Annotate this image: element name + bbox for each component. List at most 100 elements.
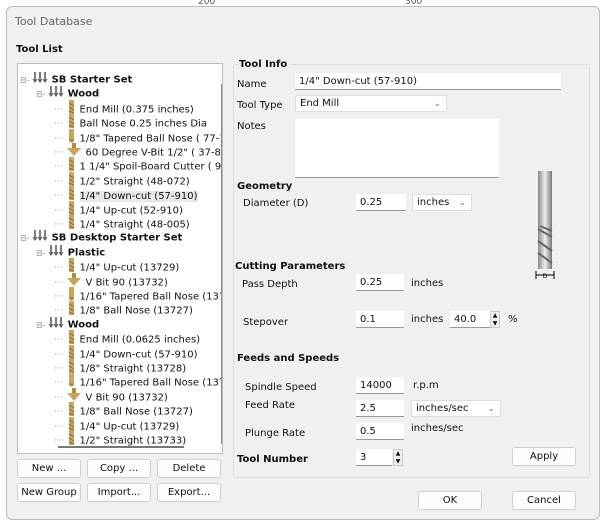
cancel-button[interactable]: Cancel — [512, 491, 576, 510]
tree-tool-item[interactable]: ··· End Mill (0.0625 inches) — [54, 330, 201, 346]
tool-group-icon — [48, 85, 64, 102]
expand-collapse-icon[interactable]: ⊟- — [36, 90, 46, 99]
tree-connector: ··· — [54, 262, 64, 274]
tree-connector: ··· — [54, 147, 64, 159]
tree-item-label: V Bit 90 (13732) — [85, 392, 168, 404]
tree-item-label: 1/2" Straight (48-072) — [79, 176, 190, 188]
tree-item-label: 1/4" Up-cut (52-910) — [79, 205, 183, 217]
tree-item-label: Ball Nose 0.25 inches Dia — [79, 118, 207, 130]
feed-rate-input[interactable]: 2.5 — [356, 400, 404, 417]
pass-depth-label: Pass Depth — [242, 279, 298, 290]
tree-item-label: Plastic — [67, 247, 106, 259]
dialog-title: Tool Database — [15, 15, 93, 28]
apply-button[interactable]: Apply — [512, 447, 576, 466]
tree-connector: ··· — [54, 334, 64, 346]
tree-group-item[interactable]: ⊟- SB Starter Set — [20, 71, 133, 88]
tree-connector: ··· — [54, 435, 64, 447]
vertical-scrollbar[interactable] — [221, 84, 222, 444]
feed-rate-label: Feed Rate — [245, 400, 295, 411]
ok-button[interactable]: OK — [418, 491, 482, 510]
tree-item-label: 1/4" Straight (48-005) — [79, 219, 190, 231]
tree-item-label: 1/8" Ball Nose (13727) — [79, 305, 193, 317]
tool-info-header: Tool Info — [239, 59, 291, 70]
end-mill-icon — [66, 258, 76, 277]
tree-item-label: 60 Degree V-Bit 1/2" ( 37-82 — [85, 147, 223, 159]
stepover-percent-input[interactable]: 40.0 — [450, 311, 490, 328]
stepover-label: Stepover — [243, 317, 289, 328]
tree-connector: ··· — [54, 291, 64, 303]
pass-depth-input[interactable]: 0.25 — [356, 274, 404, 291]
tree-item-label: SB Starter Set — [51, 74, 133, 86]
tree-connector: ··· — [54, 406, 64, 418]
tool-number-spinner[interactable]: ▲ ▼ — [393, 449, 403, 466]
expand-collapse-icon[interactable]: ⊟- — [20, 76, 30, 85]
tool-group-icon — [32, 229, 48, 246]
tool-group-icon — [48, 316, 64, 333]
tree-tool-item[interactable]: ··· 60 Degree V-Bit 1/2" ( 37-82 — [54, 143, 223, 159]
tree-connector: ··· — [54, 363, 64, 375]
plunge-rate-unit: inches/sec — [411, 423, 464, 434]
tree-item-label: 1/8" Straight (13728) — [79, 363, 187, 375]
spindle-speed-label: Spindle Speed — [245, 382, 317, 393]
export-button[interactable]: Export... — [157, 483, 221, 502]
stepover-spinner[interactable]: ▲ ▼ — [490, 311, 500, 328]
name-input[interactable]: 1/4" Down-cut (57-910) — [295, 73, 561, 90]
diameter-label: Diameter (D) — [243, 198, 309, 209]
tree-item-label: 1/4" Up-cut (13729) — [79, 262, 180, 274]
expand-collapse-icon[interactable]: ⊟- — [20, 234, 30, 243]
end-mill-icon — [66, 330, 76, 349]
tree-connector: ··· — [54, 190, 64, 202]
tree-connector: ··· — [54, 161, 64, 173]
cutting-parameters-header: Cutting Parameters — [235, 261, 346, 272]
new-group-button[interactable]: New Group — [17, 483, 81, 502]
tree-item-label: 1/2" Straight (13733) — [79, 435, 187, 447]
end-mill-icon — [66, 99, 76, 119]
chevron-down-icon: ⌄ — [458, 198, 466, 208]
tree-tool-item[interactable]: ··· 1/8" Tapered Ball Nose ( 77-1 — [54, 128, 223, 145]
tool-number-label: Tool Number — [237, 454, 308, 465]
tree-connector: ··· — [54, 118, 64, 130]
stepover-input[interactable]: 0.1 — [356, 311, 404, 328]
tree-item-label: End Mill (0.0625 inches) — [79, 334, 201, 346]
tree-item-label: 1/16" Tapered Ball Nose (137 — [79, 377, 223, 389]
tree-tool-item[interactable]: ··· End Mill (0.375 inches) — [54, 99, 194, 115]
import-button[interactable]: Import... — [87, 483, 151, 502]
tree-item-label: 1/16" Tapered Ball Nose (137 — [79, 291, 223, 303]
expand-collapse-icon[interactable]: ⊟- — [36, 248, 46, 257]
stepover-unit: inches — [411, 314, 444, 325]
spindle-speed-input[interactable]: 14000 — [356, 377, 404, 394]
tool-type-select[interactable]: End Mill ⌄ — [295, 95, 447, 112]
tool-number-input[interactable]: 3 — [356, 449, 392, 466]
tree-group-item[interactable]: ⊟- SB Desktop Starter Set — [20, 229, 182, 246]
tool-group-icon — [48, 244, 64, 261]
name-label: Name — [237, 79, 267, 90]
notes-textarea[interactable] — [295, 119, 499, 178]
plunge-rate-input[interactable]: 0.5 — [356, 423, 404, 440]
new-tool-button[interactable]: New ... — [17, 459, 81, 478]
tree-item-label: 1/8" Ball Nose (13727) — [79, 406, 193, 418]
tree-connector: ··· — [54, 205, 64, 217]
feeds-speeds-header: Feeds and Speeds — [237, 353, 340, 364]
chevron-down-icon: ⌄ — [433, 99, 441, 109]
tool-tree[interactable]: ··· 1/2" Straight (13733) ··· 1/4" Up-cut (… — [17, 63, 223, 454]
diameter-units-select[interactable]: inches ⌄ — [412, 194, 472, 211]
tree-item-label: 1/8" Tapered Ball Nose ( 77-1 — [79, 133, 223, 145]
delete-tool-button[interactable]: Delete — [157, 459, 221, 478]
tree-connector: ··· — [54, 277, 64, 289]
tree-connector: ··· — [54, 421, 64, 433]
tree-item-label: 1 1/4" Spoil-Board Cutter ( 9 — [79, 161, 222, 173]
svg-text:D: D — [543, 273, 548, 280]
tree-tool-item[interactable]: ··· 1/16" Tapered Ball Nose (137 — [54, 373, 223, 389]
tree-item-label: 1/4" Down-cut (57-910) — [79, 190, 198, 202]
expand-collapse-icon[interactable]: ⊟- — [36, 320, 46, 329]
feed-rate-units-select[interactable]: inches/sec ⌄ — [411, 400, 501, 417]
tree-connector: ··· — [54, 176, 64, 188]
horizontal-scrollbar[interactable] — [58, 446, 184, 448]
diameter-input[interactable]: 0.25 — [356, 194, 406, 211]
copy-tool-button[interactable]: Copy ... — [87, 459, 151, 478]
tree-tool-item[interactable]: ··· 1/4" Up-cut (13729) — [54, 258, 180, 274]
tree-connector: ··· — [54, 392, 64, 404]
tool-group-icon — [32, 71, 48, 88]
tree-tool-item[interactable]: ··· Ball Nose 0.25 inches Dia — [54, 114, 207, 130]
percent-sign: % — [508, 314, 518, 325]
